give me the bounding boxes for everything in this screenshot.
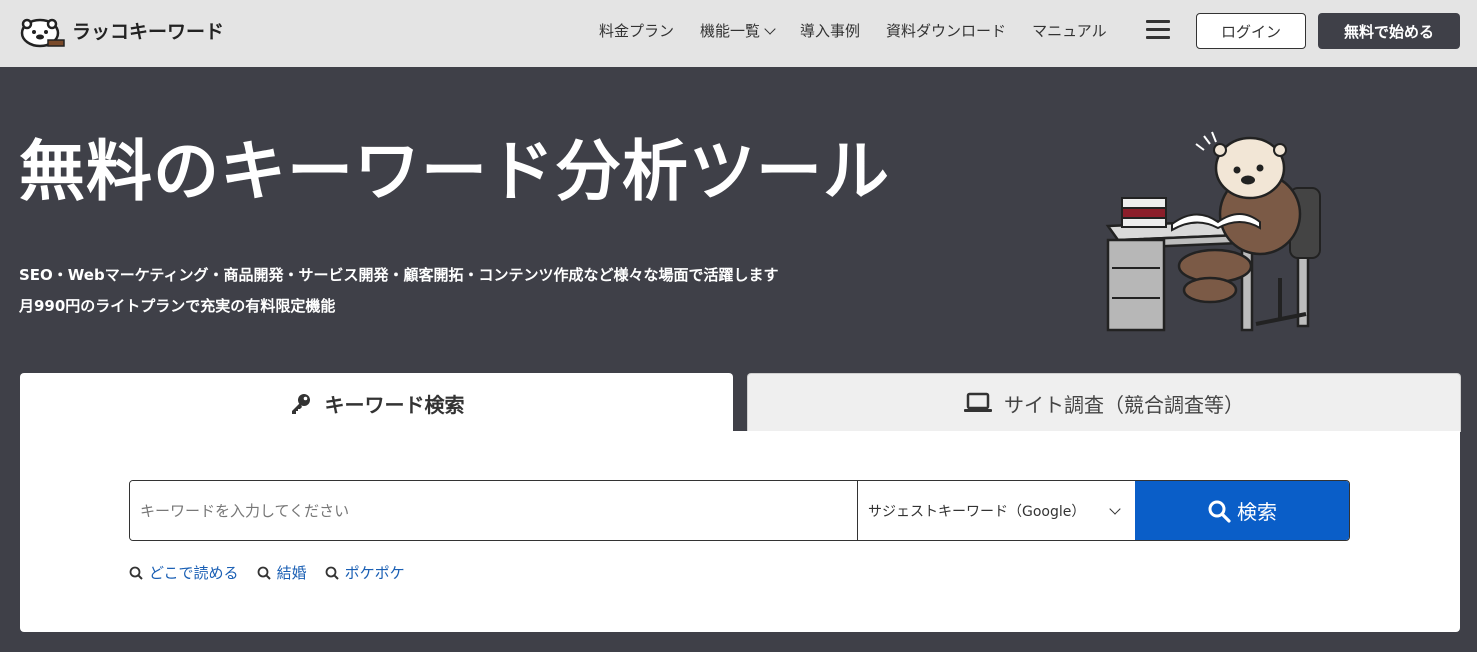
hero-subtitle-line: SEO・Webマーケティング・商品開発・サービス開発・顧客開拓・コンテンツ作成な…: [19, 266, 779, 284]
otter-at-desk-illustration: [1105, 131, 1321, 332]
hero-subtitle-line: 月990円のライトプランで充実の有料限定機能: [19, 297, 336, 315]
hero-subtitle: SEO・Webマーケティング・商品開発・サービス開発・顧客開拓・コンテンツ作成な…: [19, 260, 779, 322]
keyword-search-input[interactable]: [130, 481, 857, 540]
logo-text: ラッコキーワード: [72, 20, 225, 43]
hamburger-icon[interactable]: [1146, 20, 1170, 40]
select-value: サジェストキーワード（Google）: [868, 503, 1086, 520]
nav-item-download[interactable]: 資料ダウンロード: [886, 20, 1006, 41]
search-type-select[interactable]: サジェストキーワード（Google）: [857, 481, 1135, 540]
laptop-icon: [964, 392, 992, 414]
otter-logo-icon: [20, 18, 65, 48]
chevron-down-icon: [764, 22, 776, 35]
nav-item-pricing[interactable]: 料金プラン: [599, 20, 674, 41]
search-form: サジェストキーワード（Google） 検索: [129, 480, 1350, 541]
nav-item-cases[interactable]: 導入事例: [800, 20, 860, 41]
suggested-keyword-label: 結婚: [276, 564, 307, 582]
nav-label: 資料ダウンロード: [886, 22, 1007, 40]
suggested-keyword-link[interactable]: どこで読める: [129, 562, 239, 583]
search-icon: [257, 566, 271, 580]
search-icon: [129, 566, 143, 580]
nav-label: 料金プラン: [599, 22, 675, 40]
hero-title: 無料のキーワード分析ツール: [19, 133, 890, 210]
logo[interactable]: ラッコキーワード: [18, 10, 224, 50]
search-button[interactable]: 検索: [1135, 481, 1349, 540]
search-icon: [1207, 499, 1231, 523]
start-free-button[interactable]: 無料で始める: [1318, 13, 1460, 49]
tab-label: キーワード検索: [324, 392, 465, 417]
search-button-label: 検索: [1237, 500, 1277, 524]
search-panel: サジェストキーワード（Google） 検索 どこで読める 結婚 ポケポケ: [20, 431, 1460, 632]
suggested-keywords: どこで読める 結婚 ポケポケ: [129, 562, 423, 583]
login-button[interactable]: ログイン: [1196, 13, 1306, 49]
suggested-keyword-label: ポケポケ: [344, 564, 405, 582]
main-nav: 料金プラン 機能一覧 導入事例 資料ダウンロード マニュアル: [599, 20, 1133, 41]
suggested-keyword-label: どこで読める: [149, 564, 239, 582]
tab-label: サイト調査（競合調査等）: [1004, 392, 1244, 417]
nav-label: 機能一覧: [700, 22, 761, 40]
nav-item-manual[interactable]: マニュアル: [1032, 20, 1107, 41]
site-header: ラッコキーワード 料金プラン 機能一覧 導入事例 資料ダウンロード マニュアル …: [0, 0, 1477, 67]
chevron-down-icon: [1109, 503, 1121, 515]
suggested-keyword-link[interactable]: 結婚: [257, 562, 307, 583]
nav-label: 導入事例: [800, 22, 861, 40]
nav-item-features[interactable]: 機能一覧: [700, 20, 776, 41]
suggested-keyword-link[interactable]: ポケポケ: [325, 562, 405, 583]
tab-keyword-search[interactable]: キーワード検索: [20, 373, 733, 433]
nav-label: マニュアル: [1032, 22, 1107, 40]
search-icon: [325, 566, 339, 580]
tab-site-research[interactable]: サイト調査（競合調査等）: [747, 373, 1461, 432]
key-icon: [289, 391, 313, 415]
